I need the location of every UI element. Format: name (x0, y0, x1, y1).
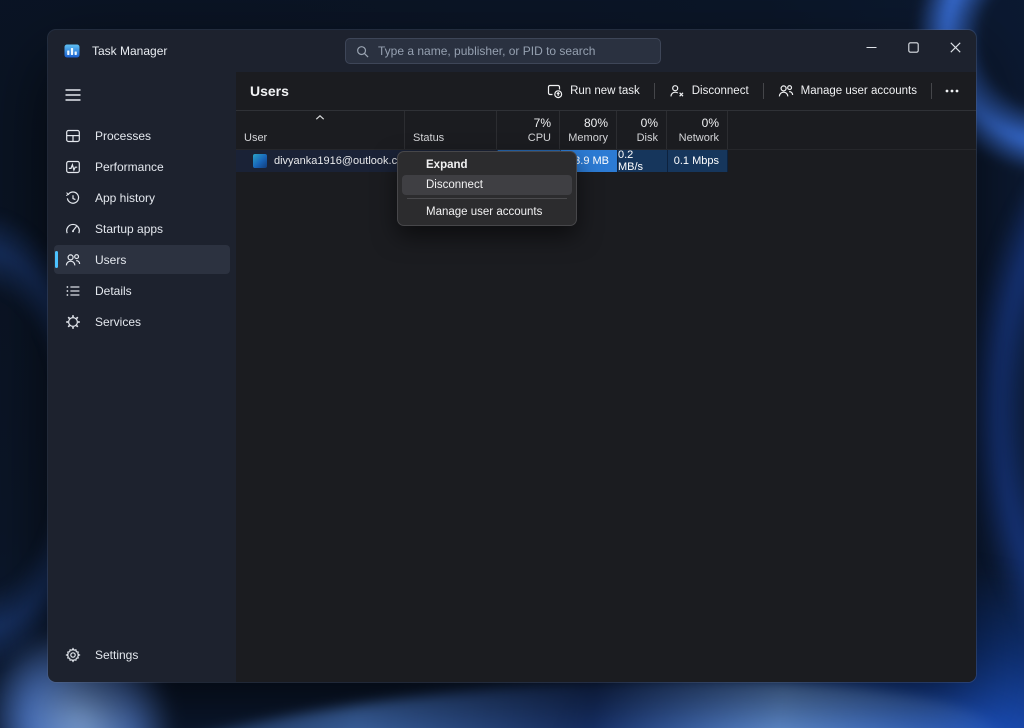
details-icon (65, 283, 81, 299)
sidebar-item-services[interactable]: Services (54, 307, 230, 336)
run-new-task-icon (547, 83, 563, 99)
toolbar-button-label: Manage user accounts (801, 85, 917, 97)
run-new-task-button[interactable]: Run new task (537, 77, 650, 105)
manage-accounts-icon (778, 83, 794, 99)
toolbar-button-label: Run new task (570, 85, 640, 97)
sidebar-item-users[interactable]: Users (54, 245, 230, 274)
app-history-icon (65, 190, 81, 206)
sidebar-item-details[interactable]: Details (54, 276, 230, 305)
users-icon (65, 252, 81, 268)
startup-apps-icon (65, 221, 81, 237)
user-avatar (253, 154, 267, 168)
table-row[interactable]: divyanka1916@outlook.co... 73.9 MB 0.2 M… (236, 150, 976, 172)
sidebar-item-processes[interactable]: Processes (54, 121, 230, 150)
sidebar-item-startup-apps[interactable]: Startup apps (54, 214, 230, 243)
page-title: Users (250, 83, 289, 99)
caption-buttons (850, 30, 976, 64)
column-total-value: 7% (534, 116, 551, 130)
column-header-user[interactable]: User (236, 111, 405, 149)
context-menu-separator (407, 198, 567, 199)
close-button[interactable] (934, 30, 976, 64)
toolbar: Run new task Disconnect (537, 77, 968, 105)
column-total-value: 0% (702, 116, 719, 130)
column-label: CPU (528, 132, 551, 144)
user-name: divyanka1916@outlook.co... (274, 155, 412, 167)
sidebar-item-label: Performance (95, 160, 164, 174)
column-header-memory[interactable]: 80% Memory (560, 111, 617, 149)
sidebar-item-label: Services (95, 315, 141, 329)
search-box[interactable] (345, 38, 661, 64)
column-label: Memory (568, 132, 608, 144)
context-menu-item-expand[interactable]: Expand (402, 155, 572, 175)
navigation-toggle-button[interactable] (54, 80, 230, 110)
disk-cell: 0.2 MB/s (617, 150, 667, 172)
column-total-value: 80% (584, 116, 608, 130)
table-empty-area (236, 172, 976, 682)
sidebar-item-label: Processes (95, 129, 151, 143)
user-cell: divyanka1916@outlook.co... (236, 150, 405, 172)
disconnect-button[interactable]: Disconnect (659, 77, 759, 105)
column-label: Disk (637, 132, 658, 144)
task-manager-window: Task Manager (48, 30, 976, 682)
context-menu-item-disconnect[interactable]: Disconnect (402, 175, 572, 195)
context-menu: Expand Disconnect Manage user accounts (397, 151, 577, 226)
column-header-network[interactable]: 0% Network (667, 111, 728, 149)
search-icon (356, 45, 369, 58)
column-label: Status (413, 132, 488, 144)
sidebar-item-settings[interactable]: Settings (54, 640, 230, 669)
processes-icon (65, 128, 81, 144)
more-options-button[interactable] (936, 77, 968, 105)
column-total-value: 0% (641, 116, 658, 130)
sidebar-item-app-history[interactable]: App history (54, 183, 230, 212)
toolbar-separator (763, 83, 764, 99)
maximize-button[interactable] (892, 30, 934, 64)
sidebar-item-label: Users (95, 253, 126, 267)
sidebar-item-performance[interactable]: Performance (54, 152, 230, 181)
sidebar-item-label: Startup apps (95, 222, 163, 236)
toolbar-separator (654, 83, 655, 99)
disconnect-icon (669, 83, 685, 99)
settings-gear-icon (65, 647, 81, 663)
sidebar-item-label: App history (95, 191, 155, 205)
sidebar-item-label: Details (95, 284, 132, 298)
column-header-status[interactable]: Status (405, 111, 497, 149)
context-menu-item-manage-user-accounts[interactable]: Manage user accounts (402, 202, 572, 222)
services-icon (65, 314, 81, 330)
column-label: User (244, 132, 396, 144)
performance-icon (65, 159, 81, 175)
task-manager-app-icon (64, 43, 80, 59)
column-header-disk[interactable]: 0% Disk (617, 111, 667, 149)
page-header: Users Run new task (236, 72, 976, 110)
manage-user-accounts-button[interactable]: Manage user accounts (768, 77, 927, 105)
hamburger-icon (65, 89, 81, 101)
column-label: Network (679, 132, 719, 144)
search-input[interactable] (378, 44, 650, 58)
window-title: Task Manager (92, 44, 167, 58)
sidebar: Processes Performance App history (48, 72, 236, 682)
titlebar: Task Manager (48, 30, 976, 72)
sidebar-item-label: Settings (95, 648, 138, 662)
selected-accent-bar (55, 251, 58, 268)
main-panel: Users Run new task (236, 72, 976, 682)
toolbar-separator (931, 83, 932, 99)
ellipsis-icon (945, 89, 959, 93)
table-header: User Status 7% CPU 80% Memory 0% Disk (236, 110, 976, 150)
network-cell: 0.1 Mbps (667, 150, 728, 172)
sort-ascending-icon (316, 115, 325, 120)
minimize-button[interactable] (850, 30, 892, 64)
toolbar-button-label: Disconnect (692, 85, 749, 97)
column-header-cpu[interactable]: 7% CPU (497, 111, 560, 149)
